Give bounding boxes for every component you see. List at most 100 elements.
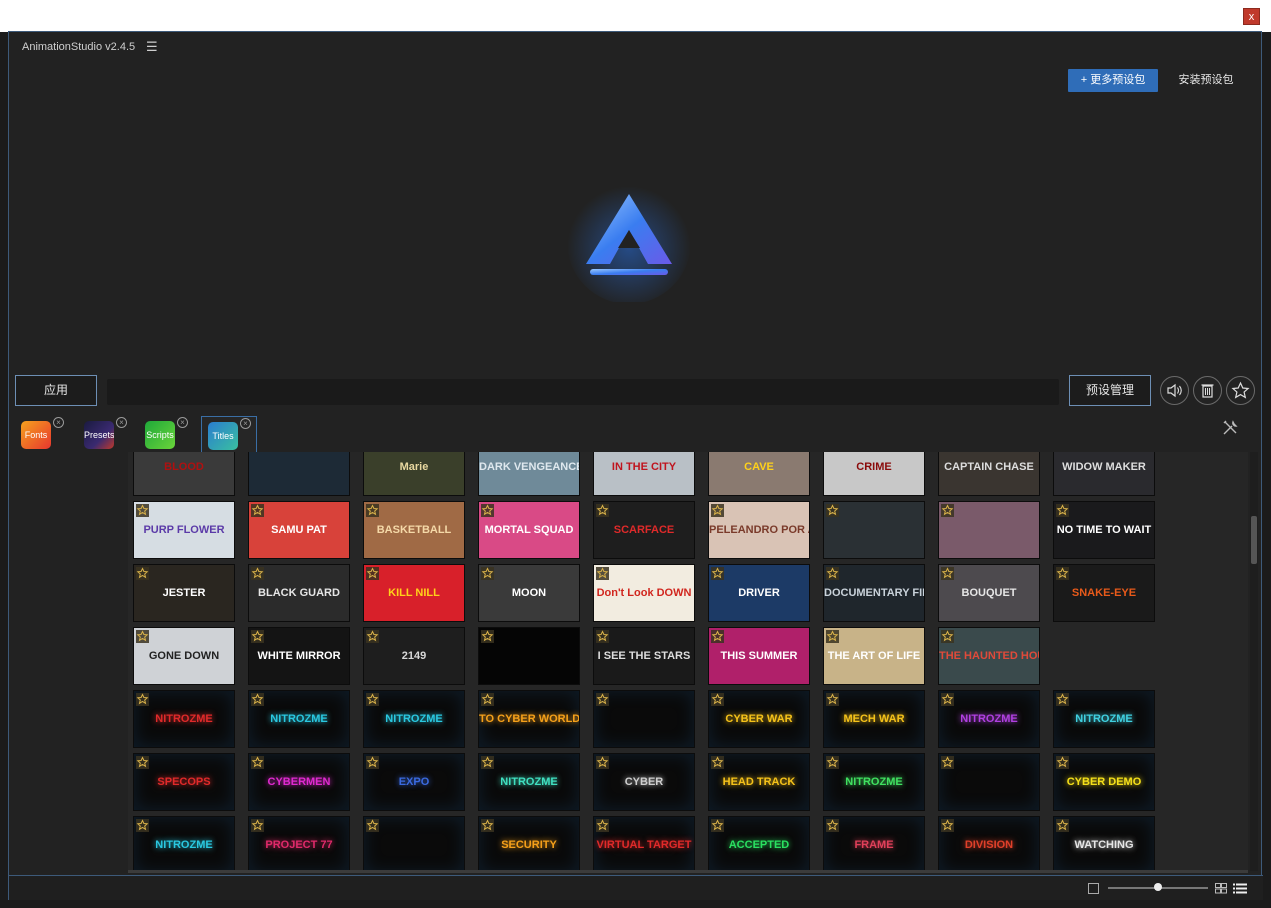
preset-thumbnail[interactable]: THE HAUNTED HOUSE xyxy=(938,627,1040,685)
favorite-star-icon[interactable] xyxy=(596,630,609,643)
favorite-star-icon[interactable] xyxy=(596,819,609,832)
zoom-slider-knob[interactable] xyxy=(1154,883,1162,891)
favorite-star-icon[interactable] xyxy=(1056,567,1069,580)
favorite-star-icon[interactable] xyxy=(941,756,954,769)
preset-thumbnail[interactable]: ACCEPTED xyxy=(708,816,810,871)
list-view-icon[interactable] xyxy=(1233,883,1247,894)
preset-thumbnail[interactable]: BLOOD xyxy=(133,452,235,496)
favorite-star-icon[interactable] xyxy=(136,567,149,580)
tools-icon[interactable] xyxy=(1221,419,1239,437)
preset-thumbnail[interactable]: SCARFACE xyxy=(593,501,695,559)
preset-thumbnail[interactable]: DOCUMENTARY FILM xyxy=(823,564,925,622)
preset-thumbnail[interactable] xyxy=(938,753,1040,811)
preset-thumbnail[interactable]: NITROZME xyxy=(248,690,350,748)
favorite-star-icon[interactable] xyxy=(1226,376,1255,405)
preset-thumbnail[interactable]: THE ART OF LIFE xyxy=(823,627,925,685)
preset-thumbnail[interactable]: JESTER xyxy=(133,564,235,622)
preset-thumbnail[interactable]: MECH WAR xyxy=(823,690,925,748)
close-icon[interactable]: × xyxy=(240,418,251,429)
preset-thumbnail[interactable] xyxy=(248,452,350,496)
close-icon[interactable]: × xyxy=(177,417,188,428)
favorite-star-icon[interactable] xyxy=(251,504,264,517)
favorite-star-icon[interactable] xyxy=(941,693,954,706)
preset-thumbnail[interactable]: NITROZME xyxy=(363,690,465,748)
preset-thumbnail[interactable]: SPECOPS xyxy=(133,753,235,811)
preset-thumbnail[interactable] xyxy=(938,501,1040,559)
preset-thumbnail[interactable] xyxy=(363,816,465,871)
favorite-star-icon[interactable] xyxy=(1056,756,1069,769)
preset-thumbnail[interactable]: CYBER WAR xyxy=(708,690,810,748)
favorite-star-icon[interactable] xyxy=(136,756,149,769)
preset-thumbnail[interactable]: WIDOW MAKER xyxy=(1053,452,1155,496)
preset-thumbnail[interactable]: SECURITY xyxy=(478,816,580,871)
preset-thumbnail[interactable]: BASKETBALL xyxy=(363,501,465,559)
favorite-star-icon[interactable] xyxy=(826,504,839,517)
preset-thumbnail[interactable] xyxy=(823,501,925,559)
favorite-star-icon[interactable] xyxy=(941,819,954,832)
preset-thumbnail[interactable]: THIS SUMMER xyxy=(708,627,810,685)
favorite-star-icon[interactable] xyxy=(826,819,839,832)
favorite-star-icon[interactable] xyxy=(366,819,379,832)
favorite-star-icon[interactable] xyxy=(826,756,839,769)
favorite-star-icon[interactable] xyxy=(1056,504,1069,517)
favorite-star-icon[interactable] xyxy=(711,630,724,643)
tab-presets[interactable]: Presets × xyxy=(78,416,134,452)
preset-thumbnail[interactable]: SNAKE-EYE xyxy=(1053,564,1155,622)
preset-thumbnail[interactable]: CYBER xyxy=(593,753,695,811)
favorite-star-icon[interactable] xyxy=(251,630,264,643)
preset-thumbnail[interactable]: NITROZME xyxy=(938,690,1040,748)
favorite-star-icon[interactable] xyxy=(481,693,494,706)
favorite-star-icon[interactable] xyxy=(251,693,264,706)
preset-thumbnail[interactable]: MORTAL SQUAD xyxy=(478,501,580,559)
favorite-star-icon[interactable] xyxy=(596,567,609,580)
vertical-scrollbar[interactable] xyxy=(1250,452,1258,871)
preset-thumbnail[interactable]: PROJECT 77 xyxy=(248,816,350,871)
preset-thumbnail[interactable] xyxy=(593,690,695,748)
apply-button[interactable]: 应用 xyxy=(15,375,97,406)
favorite-star-icon[interactable] xyxy=(711,567,724,580)
preset-thumbnail[interactable]: CYBER DEMO xyxy=(1053,753,1155,811)
preset-thumbnail[interactable]: VIRTUAL TARGET xyxy=(593,816,695,871)
preset-thumbnail[interactable]: WATCHING xyxy=(1053,816,1155,871)
favorite-star-icon[interactable] xyxy=(596,756,609,769)
trash-icon[interactable] xyxy=(1193,376,1222,405)
favorite-star-icon[interactable] xyxy=(481,630,494,643)
favorite-star-icon[interactable] xyxy=(596,693,609,706)
preset-thumbnail[interactable]: DIVISION xyxy=(938,816,1040,871)
preset-thumbnail[interactable]: CAPTAIN CHASE xyxy=(938,452,1040,496)
window-close-button[interactable]: x xyxy=(1243,8,1260,25)
horizontal-scrollbar[interactable] xyxy=(128,870,1248,873)
preset-thumbnail[interactable]: 2149 xyxy=(363,627,465,685)
fit-icon[interactable] xyxy=(1088,883,1099,894)
favorite-star-icon[interactable] xyxy=(481,819,494,832)
preset-thumbnail[interactable]: NITROZME xyxy=(133,690,235,748)
favorite-star-icon[interactable] xyxy=(366,504,379,517)
favorite-star-icon[interactable] xyxy=(826,567,839,580)
favorite-star-icon[interactable] xyxy=(136,819,149,832)
scrollbar-thumb[interactable] xyxy=(1251,516,1257,564)
favorite-star-icon[interactable] xyxy=(826,693,839,706)
preset-manage-button[interactable]: 预设管理 xyxy=(1069,375,1151,406)
favorite-star-icon[interactable] xyxy=(711,756,724,769)
preset-thumbnail[interactable]: DRIVER xyxy=(708,564,810,622)
preset-thumbnail[interactable]: CAVE xyxy=(708,452,810,496)
preset-thumbnail[interactable]: NITROZME xyxy=(133,816,235,871)
favorite-star-icon[interactable] xyxy=(826,630,839,643)
favorite-star-icon[interactable] xyxy=(136,693,149,706)
favorite-star-icon[interactable] xyxy=(366,756,379,769)
favorite-star-icon[interactable] xyxy=(481,567,494,580)
preset-thumbnail[interactable]: CRIME xyxy=(823,452,925,496)
favorite-star-icon[interactable] xyxy=(366,693,379,706)
favorite-star-icon[interactable] xyxy=(941,630,954,643)
tab-fonts[interactable]: Fonts × xyxy=(15,416,71,452)
preset-thumbnail[interactable]: NITROZME xyxy=(1053,690,1155,748)
preset-thumbnail[interactable]: DARK VENGEANCE xyxy=(478,452,580,496)
preset-thumbnail[interactable]: IN THE CITY xyxy=(593,452,695,496)
favorite-star-icon[interactable] xyxy=(1056,693,1069,706)
preset-thumbnail[interactable]: BLACK GUARD xyxy=(248,564,350,622)
preset-thumbnail[interactable]: TO CYBER WORLD xyxy=(478,690,580,748)
preset-thumbnail[interactable]: PELEANDRO POR AMOR xyxy=(708,501,810,559)
preset-thumbnail[interactable]: Don't Look DOWN xyxy=(593,564,695,622)
favorite-star-icon[interactable] xyxy=(941,504,954,517)
favorite-star-icon[interactable] xyxy=(366,567,379,580)
